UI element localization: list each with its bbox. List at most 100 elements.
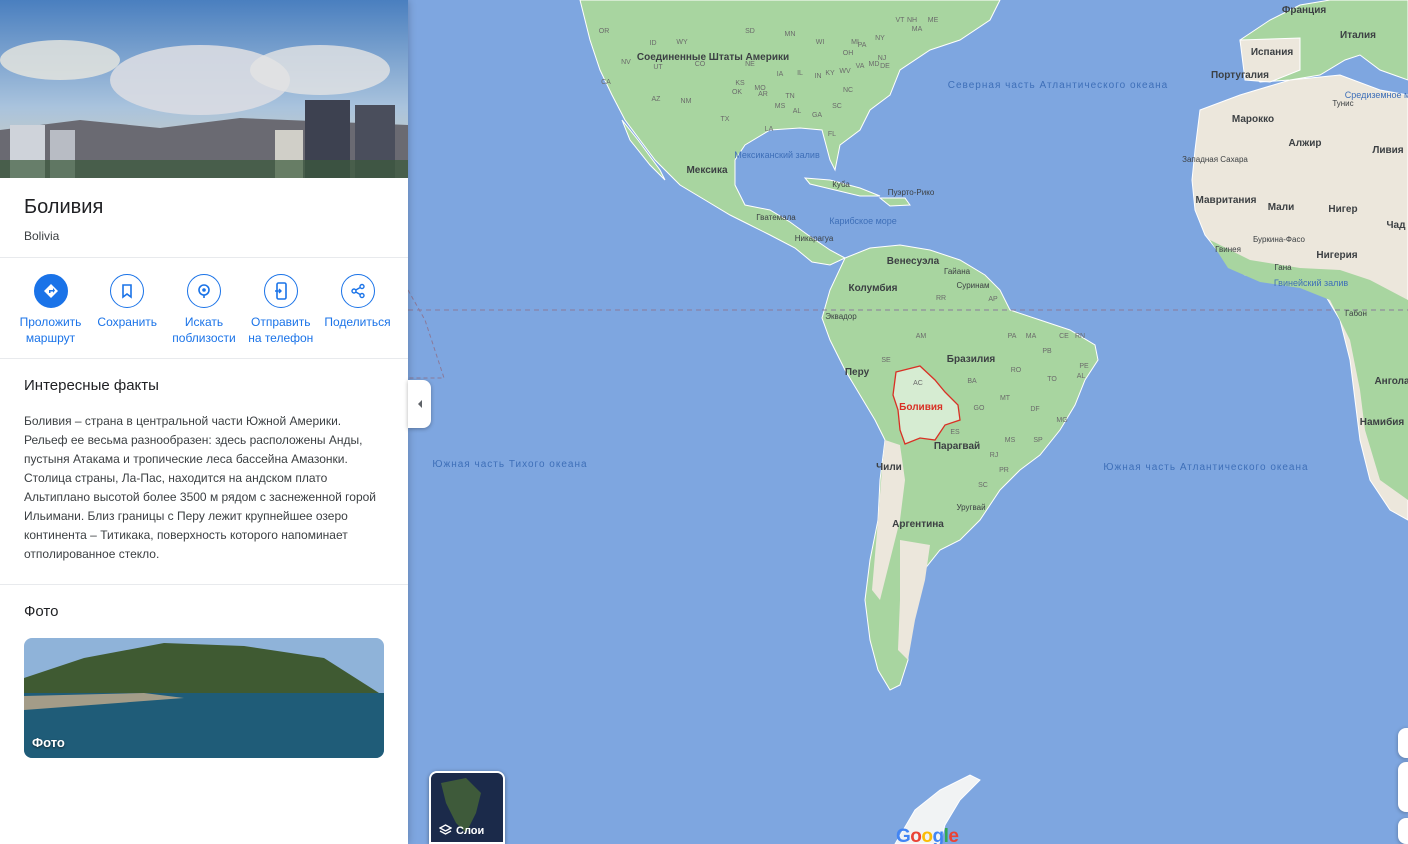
hero-photo-image <box>0 0 408 178</box>
state-label: PR <box>999 467 1009 474</box>
label-libya[interactable]: Ливия <box>1372 145 1403 156</box>
label-western-sahara[interactable]: Западная Сахара <box>1182 155 1248 164</box>
label-peru[interactable]: Перу <box>845 367 870 378</box>
send-to-phone-button[interactable]: Отправить на телефон <box>244 274 317 346</box>
label-nicaragua[interactable]: Никарагуа <box>795 234 834 243</box>
state-label: SP <box>1033 437 1043 444</box>
state-label: WY <box>676 39 688 46</box>
state-label: SD <box>745 28 755 35</box>
label-mediterranean[interactable]: Средиземное море <box>1345 90 1408 100</box>
save-label: Сохранить <box>97 315 158 329</box>
label-angola[interactable]: Ангола <box>1374 376 1408 387</box>
zoom-in-button[interactable] <box>1398 728 1408 758</box>
label-chad[interactable]: Чад <box>1387 220 1407 231</box>
label-chile[interactable]: Чили <box>876 462 902 473</box>
trees <box>0 160 408 178</box>
label-north-atlantic[interactable]: Северная часть Атлантического океана <box>948 80 1168 91</box>
label-namibia[interactable]: Намибия <box>1360 416 1405 428</box>
label-mauritania[interactable]: Мавритания <box>1196 195 1257 206</box>
state-label: AM <box>916 333 927 340</box>
state-label: PB <box>1042 348 1052 355</box>
label-gulf-guinea[interactable]: Гвинейский залив <box>1274 278 1349 288</box>
nearby-button[interactable]: Искать поблизости <box>168 274 241 346</box>
state-label: TX <box>721 116 730 123</box>
state-label: UT <box>653 64 663 71</box>
state-label: AL <box>1077 373 1086 380</box>
label-brazil[interactable]: Бразилия <box>947 354 996 365</box>
layers-label: Слои <box>456 824 485 837</box>
cloud-2 <box>250 45 390 95</box>
state-label: WI <box>816 39 825 46</box>
state-label: IA <box>777 71 784 78</box>
state-label: KS <box>735 80 745 87</box>
state-label: NV <box>621 59 631 66</box>
label-bolivia[interactable]: Боливия <box>899 402 943 413</box>
state-label: PA <box>1008 333 1017 340</box>
label-ecuador[interactable]: Эквадор <box>825 312 857 321</box>
label-mexico[interactable]: Мексика <box>686 165 727 176</box>
state-label: CO <box>695 61 706 68</box>
hero-photo[interactable] <box>0 0 408 178</box>
send-to-phone-icon <box>263 274 298 308</box>
state-label: ES <box>950 429 960 436</box>
photo-card[interactable]: Фото <box>24 638 384 758</box>
label-uruguay[interactable]: Уругвай <box>956 503 985 512</box>
directions-label: Проложить маршрут <box>19 315 82 345</box>
label-burkina-faso[interactable]: Буркина-Фасо <box>1253 235 1306 244</box>
label-niger[interactable]: Нигер <box>1328 204 1357 215</box>
label-guyana[interactable]: Гайана <box>944 267 971 276</box>
zoom-control[interactable] <box>1398 762 1408 812</box>
state-label: NY <box>875 35 885 42</box>
state-label: PA <box>858 42 867 49</box>
state-label: IN <box>815 73 822 80</box>
label-nigeria[interactable]: Нигерия <box>1316 250 1357 261</box>
state-label: VT <box>896 17 906 24</box>
facts-title: Интересные факты <box>24 377 159 394</box>
label-spain[interactable]: Испания <box>1251 47 1294 58</box>
state-label: WV <box>839 68 851 75</box>
share-button[interactable]: Поделиться <box>321 274 394 346</box>
state-label: GO <box>974 405 985 412</box>
state-label: MN <box>785 31 796 38</box>
state-label: LA <box>765 126 774 133</box>
label-south-atlantic[interactable]: Южная часть Атлантического океана <box>1103 462 1308 473</box>
label-guatemala[interactable]: Гватемала <box>756 213 796 222</box>
label-south-pacific[interactable]: Южная часть Тихого океана <box>432 459 587 470</box>
label-algeria[interactable]: Алжир <box>1289 138 1322 149</box>
place-title: Боливия <box>24 196 104 218</box>
label-paraguay[interactable]: Парагвай <box>934 441 980 452</box>
label-gulf-mexico[interactable]: Мексиканский залив <box>734 150 820 160</box>
directions-button[interactable]: Проложить маршрут <box>14 274 87 346</box>
label-suriname[interactable]: Суринам <box>957 281 990 290</box>
state-label: DE <box>880 63 890 70</box>
state-label: PE <box>1079 363 1089 370</box>
label-colombia[interactable]: Колумбия <box>848 282 897 294</box>
label-usa-1[interactable]: Соединенные Штаты Америки <box>637 52 789 63</box>
pegman-button[interactable] <box>1398 818 1408 844</box>
state-label: SE <box>881 357 891 364</box>
label-cuba[interactable]: Куба <box>832 180 850 189</box>
layers-icon <box>439 824 452 835</box>
collapse-panel-button[interactable] <box>408 380 431 428</box>
layers-button[interactable]: Слои <box>429 771 505 844</box>
label-portugal[interactable]: Португалия <box>1211 70 1269 81</box>
state-label: ME <box>928 17 939 24</box>
label-ghana[interactable]: Гана <box>1274 263 1292 272</box>
label-guinea[interactable]: Гвинея <box>1215 245 1241 254</box>
state-label: RJ <box>990 452 999 459</box>
label-morocco[interactable]: Марокко <box>1232 114 1274 125</box>
save-button[interactable]: Сохранить <box>91 274 164 346</box>
share-label: Поделиться <box>324 315 391 329</box>
label-mali[interactable]: Мали <box>1268 202 1295 213</box>
label-argentina[interactable]: Аргентина <box>892 519 944 530</box>
label-france[interactable]: Франция <box>1282 5 1327 16</box>
label-caribbean[interactable]: Карибское море <box>829 216 897 226</box>
photo-card-image <box>24 638 384 758</box>
label-venezuela[interactable]: Венесуэла <box>887 256 940 267</box>
label-tunisia[interactable]: Тунис <box>1332 99 1353 108</box>
label-italy[interactable]: Италия <box>1340 30 1376 41</box>
label-gabon[interactable]: Габон <box>1345 309 1367 318</box>
state-label: KY <box>825 70 835 77</box>
state-label: ID <box>650 40 657 47</box>
label-puerto-rico[interactable]: Пуэрто-Рико <box>888 188 935 197</box>
